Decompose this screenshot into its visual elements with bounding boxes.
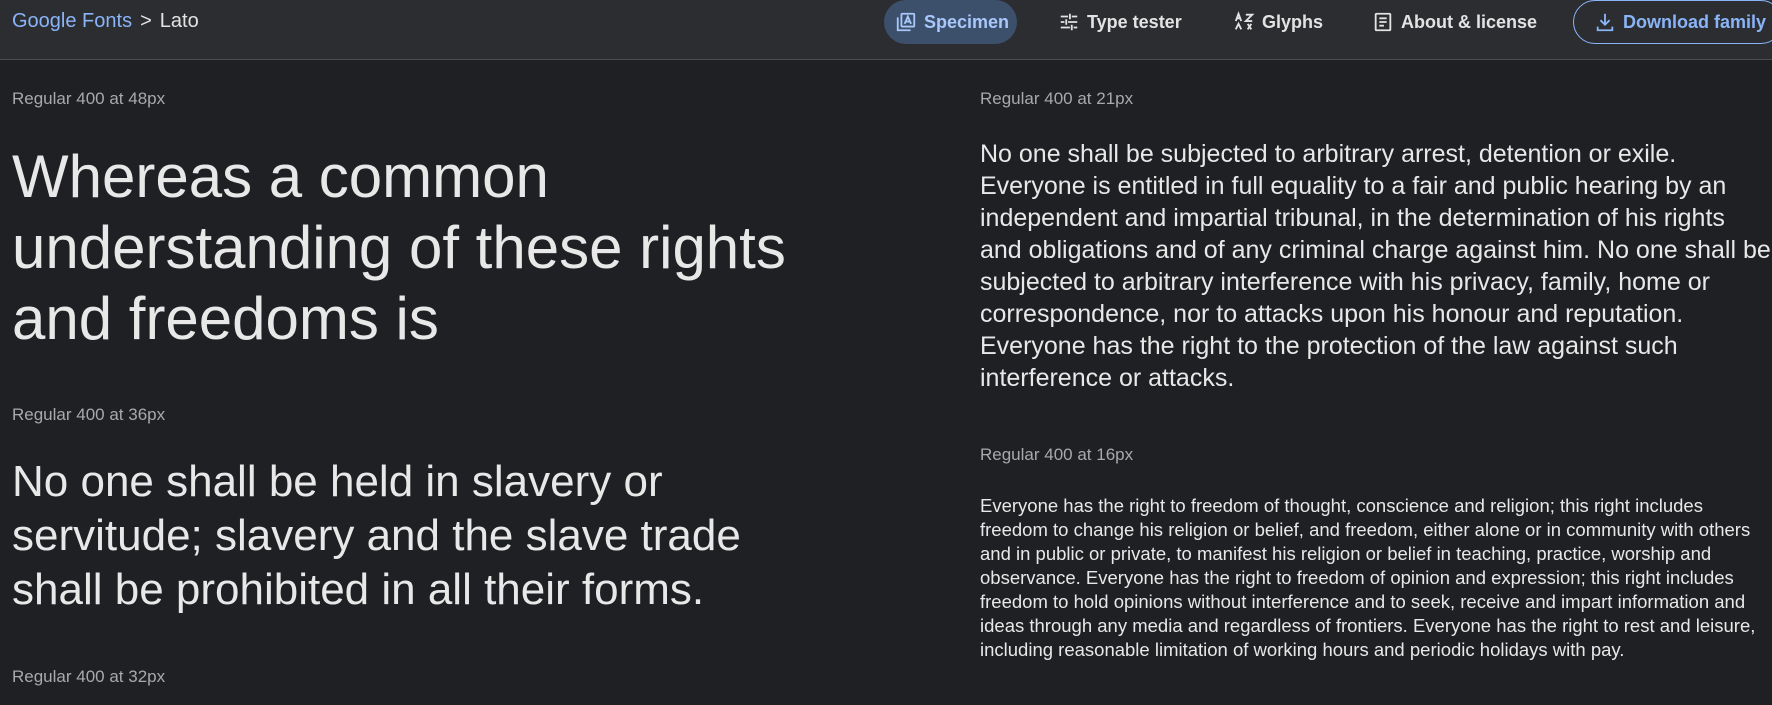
- tab-glyphs-label: Glyphs: [1262, 11, 1324, 32]
- sample-label-16: Regular 400 at 16px: [980, 445, 1134, 464]
- tab-glyphs[interactable]: Glyphs: [1233, 0, 1323, 44]
- sample-text-16[interactable]: Everyone has the right to freedom of tho…: [980, 494, 1772, 662]
- tab-type-tester[interactable]: Type tester: [1058, 0, 1182, 44]
- breadcrumb: Google Fonts > Lato: [12, 9, 199, 33]
- download-icon: [1596, 13, 1614, 32]
- sample-label-32: Regular 400 at 32px: [12, 667, 166, 686]
- download-family-button[interactable]: Download family: [1573, 0, 1772, 44]
- tab-specimen-label: Specimen: [924, 11, 1010, 32]
- breadcrumb-separator: >: [140, 10, 152, 32]
- tab-specimen[interactable]: Specimen: [884, 0, 1017, 44]
- sample-label-36: Regular 400 at 36px: [12, 405, 166, 424]
- top-bar: Google Fonts > Lato Specimen Type tester: [0, 0, 1772, 60]
- specimen-icon: [896, 12, 916, 32]
- download-family-label: Download family: [1623, 11, 1767, 32]
- sample-text-48[interactable]: Whereas a common understanding of these …: [12, 141, 842, 354]
- sample-text-21[interactable]: No one shall be subjected to arbitrary a…: [980, 138, 1772, 394]
- glyphs-icon: [1234, 11, 1255, 30]
- tab-about-license[interactable]: About & license: [1372, 0, 1537, 44]
- tab-type-tester-label: Type tester: [1087, 11, 1182, 32]
- sample-label-21: Regular 400 at 21px: [980, 89, 1134, 108]
- sample-text-36[interactable]: No one shall be held in slavery or servi…: [12, 455, 842, 617]
- breadcrumb-current-font: Lato: [159, 10, 199, 32]
- sample-label-48: Regular 400 at 48px: [12, 89, 166, 108]
- document-icon: [1374, 12, 1392, 32]
- sliders-icon: [1060, 13, 1078, 31]
- breadcrumb-google-fonts-link[interactable]: Google Fonts: [12, 10, 132, 32]
- tab-about-label: About & license: [1401, 11, 1538, 32]
